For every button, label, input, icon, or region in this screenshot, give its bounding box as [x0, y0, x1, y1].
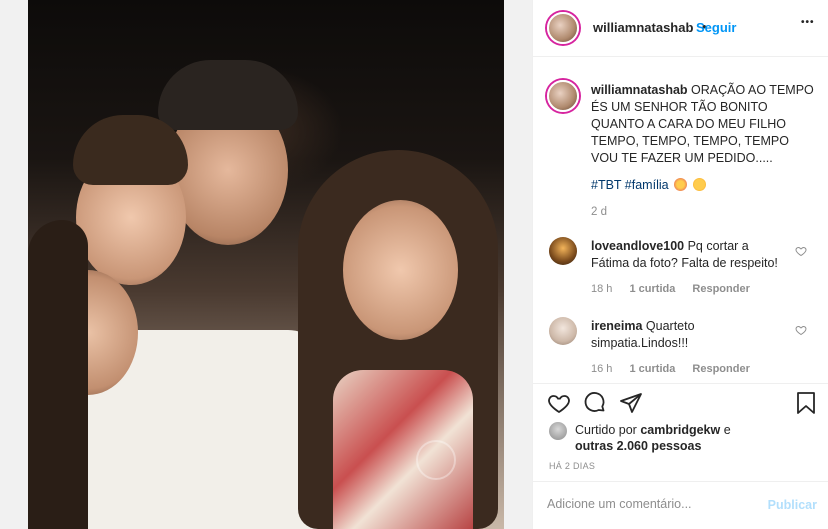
comment-like-heart-icon[interactable] [795, 245, 807, 257]
comment-like-heart-icon[interactable] [795, 324, 807, 336]
comment-2-meta: 16 h 1 curtida Responder [591, 363, 764, 375]
comment-1-meta: 18 h 1 curtida Responder [591, 283, 764, 295]
post-actions-divider [533, 383, 828, 384]
comment-username[interactable]: ireneima [591, 319, 642, 333]
caption-avatar[interactable] [547, 80, 579, 112]
comment-reply-button[interactable]: Responder [692, 283, 749, 295]
post-caption: williamnatashab ORAÇÃO AO TEMPO ÉS UM SE… [591, 82, 816, 167]
author-avatar[interactable] [547, 12, 579, 44]
comment-2: ireneima Quarteto simpatia.Lindos!!! [591, 318, 791, 352]
caption-time: 2 d [591, 206, 607, 218]
caption-line-5: VOU TE FAZER UM PEDIDO..... [591, 151, 773, 165]
left-girl-hair [28, 220, 88, 529]
comment-text-line2: Fátima da foto? Falta de respeito! [591, 256, 778, 270]
comment-avatar[interactable] [549, 317, 577, 345]
post-side-panel: williamnatashab • Seguir ••• williamnata… [532, 0, 828, 529]
kissing-face-emoji-icon [692, 178, 706, 191]
photo-content [28, 0, 504, 529]
photo-right-margin [504, 0, 532, 529]
photo-left-margin [0, 0, 28, 529]
comment-icon[interactable] [583, 391, 607, 415]
save-bookmark-icon[interactable] [795, 391, 817, 415]
comment-1: loveandlove100 Pq cortar a Fátima da fot… [591, 238, 791, 272]
comment-likes[interactable]: 1 curtida [629, 283, 675, 295]
caption-line-2: ÉS UM SENHOR TÃO BONITO [591, 100, 768, 114]
caption-line-4: TEMPO, TEMPO, TEMPO, TEMPO [591, 134, 789, 148]
caption-line-1: ORAÇÃO AO TEMPO [691, 83, 814, 97]
comment-text-line1: Pq cortar a [687, 239, 749, 253]
man-hair [158, 60, 298, 130]
hashtags-text[interactable]: #TBT #família [591, 178, 669, 192]
liker-avatar[interactable] [549, 422, 567, 440]
comment-avatar[interactable] [549, 237, 577, 265]
comment-input[interactable] [547, 497, 747, 511]
likes-summary[interactable]: Curtido por cambridgekw e outras 2.060 p… [575, 422, 731, 454]
comment-likes[interactable]: 1 curtida [629, 363, 675, 375]
likes-user[interactable]: cambridgekw [640, 423, 720, 437]
comment-time: 16 h [591, 363, 613, 375]
likes-prefix: Curtido por [575, 423, 637, 437]
caption-hashtags[interactable]: #TBT #família [591, 178, 706, 192]
share-send-icon[interactable] [619, 391, 643, 415]
comment-reply-button[interactable]: Responder [692, 363, 749, 375]
right-girl-face [343, 200, 458, 340]
globo-watermark [416, 440, 456, 480]
caption-line-3: QUANTO A CARA DO MEU FILHO [591, 117, 786, 131]
likes-others[interactable]: outras 2.060 pessoas [575, 439, 701, 453]
caption-username[interactable]: williamnatashab [591, 83, 688, 97]
comment-username[interactable]: loveandlove100 [591, 239, 684, 253]
author-username[interactable]: williamnatashab [593, 20, 693, 35]
like-heart-icon[interactable] [547, 391, 571, 415]
post-time-ago: HÁ 2 DIAS [549, 461, 596, 471]
comment-text-line1: Quarteto [645, 319, 695, 333]
comment-bar: Publicar [533, 481, 828, 529]
publish-button[interactable]: Publicar [768, 498, 817, 512]
more-options-icon[interactable]: ••• [801, 17, 815, 28]
comment-text-line2: simpatia.Lindos!!! [591, 336, 689, 350]
post-photo[interactable] [0, 0, 532, 529]
comment-time: 18 h [591, 283, 613, 295]
likes-suffix: e [723, 423, 731, 437]
heart-eyes-emoji-icon [674, 178, 688, 191]
follow-button[interactable]: Seguir [696, 20, 736, 35]
post-header: williamnatashab • Seguir ••• [533, 0, 828, 57]
